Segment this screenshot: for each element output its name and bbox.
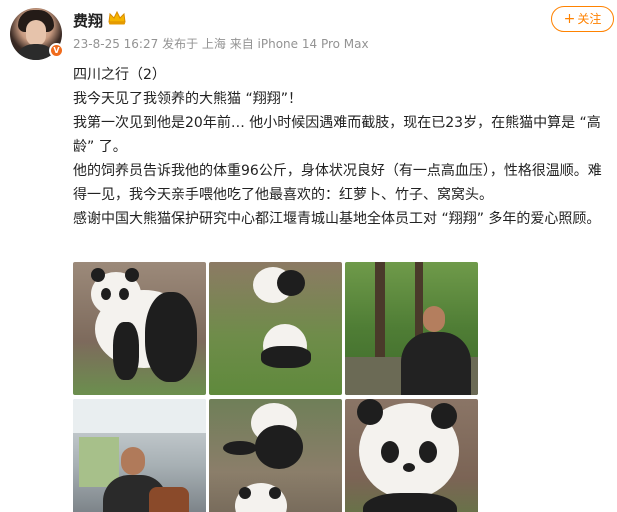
weibo-post: V 费翔 23-8-25 16:27 发布于 上海 来自 iPhone 14 P… bbox=[0, 0, 617, 512]
man-figure bbox=[423, 306, 445, 332]
post-body: 四川之行（2） 我今天见了我领养的大熊猫 “翔翔”！ 我第一次见到他是20年前…… bbox=[73, 63, 608, 231]
crown-icon bbox=[108, 11, 126, 25]
post-line: 四川之行（2） bbox=[73, 67, 166, 83]
post-line: 他的饲养员告诉我他的体重96公斤，身体状况良好（有一点高血压），性格很温顺。难得… bbox=[73, 163, 602, 203]
panda-shape bbox=[419, 441, 437, 463]
vehicle-roof bbox=[73, 399, 206, 433]
panda-shape bbox=[255, 425, 303, 469]
panda-shape bbox=[261, 346, 311, 368]
panda-shape bbox=[91, 268, 105, 282]
avatar-face bbox=[26, 20, 46, 46]
vehicle-seat bbox=[149, 487, 189, 512]
plus-icon: + bbox=[563, 11, 576, 27]
post-line: 我今天见了我领养的大熊猫 “翔翔”！ bbox=[73, 91, 302, 107]
panda-closeup-photo[interactable] bbox=[345, 399, 478, 512]
post-meta: 23-8-25 16:27 发布于 上海 来自 iPhone 14 Pro Ma… bbox=[73, 35, 369, 52]
panda-shape bbox=[101, 288, 111, 300]
man-figure bbox=[401, 332, 471, 395]
panda-shape bbox=[431, 403, 457, 429]
post-source: 来自 iPhone 14 Pro Max bbox=[229, 37, 369, 51]
panda-shape bbox=[113, 322, 139, 380]
man-in-forest-photo[interactable] bbox=[345, 262, 478, 395]
panda-on-grass-photo[interactable] bbox=[209, 262, 342, 395]
post-date[interactable]: 23-8-25 16:27 bbox=[73, 37, 158, 51]
panda-shape bbox=[269, 487, 281, 499]
panda-shape bbox=[277, 270, 305, 296]
man-figure bbox=[121, 447, 145, 475]
verified-badge-icon: V bbox=[49, 43, 64, 58]
panda-walking-photo[interactable] bbox=[73, 262, 206, 395]
panda-shape bbox=[145, 292, 197, 382]
panda-shape bbox=[223, 441, 257, 455]
man-in-vehicle-photo[interactable] bbox=[73, 399, 206, 512]
panda-shape bbox=[381, 441, 399, 463]
follow-label: 关注 bbox=[577, 12, 602, 26]
panda-shape bbox=[403, 463, 415, 472]
follow-button[interactable]: + 关注 bbox=[551, 6, 614, 32]
panda-shape bbox=[125, 268, 139, 282]
panda-shape bbox=[239, 487, 251, 499]
panda-shape bbox=[119, 288, 129, 300]
post-line: 感谢中国大熊猫保护研究中心都江堰青城山基地全体员工对 “翔翔” 多年的爱心照顾。 bbox=[73, 211, 601, 227]
post-location: 发布于 上海 bbox=[162, 37, 226, 51]
panda-sitting-photo[interactable] bbox=[209, 399, 342, 512]
post-line: 我第一次见到他是20年前… 他小时候因遇难而截肢，现在已23岁，在熊猫中算是 “… bbox=[73, 115, 601, 155]
panda-shape bbox=[357, 399, 383, 425]
username[interactable]: 费翔 bbox=[73, 10, 103, 31]
panda-shape bbox=[363, 493, 457, 512]
forest-tree bbox=[375, 262, 385, 372]
